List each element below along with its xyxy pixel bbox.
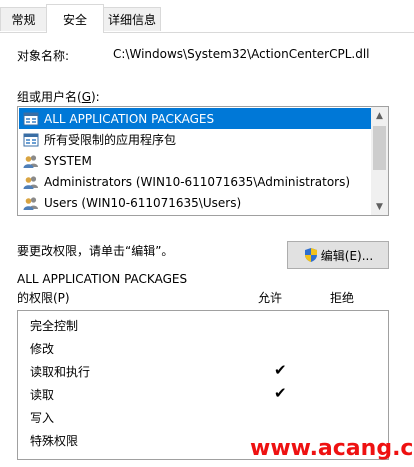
scroll-up-icon[interactable]: ▲ — [371, 107, 388, 124]
permission-name: 写入 — [30, 410, 55, 425]
app-packages-icon — [23, 111, 39, 127]
permissions-label: 的权限(P) — [17, 291, 70, 305]
groups-listbox[interactable]: ALL APPLICATION PACKAGES 所有受限制的应用程序包 SYS… — [17, 106, 389, 216]
permission-row: 读取和执行 ✔ — [30, 360, 370, 382]
groups-label-suffix: ): — [91, 90, 100, 104]
app-packages-icon — [23, 132, 39, 148]
uac-shield-icon — [303, 247, 319, 263]
deny-column-header: 拒绝 — [330, 291, 355, 305]
list-item-label: Users (WIN10-611071635\Users) — [44, 195, 242, 210]
edit-prompt: 要更改权限，请单击“编辑”。 — [17, 244, 174, 258]
permissions-principal-label: ALL APPLICATION PACKAGES — [17, 272, 188, 286]
permission-row: 完全控制 — [30, 314, 370, 336]
list-item[interactable]: Administrators (WIN10-611071635\Administ… — [19, 171, 371, 192]
scroll-thumb[interactable] — [373, 126, 386, 170]
permission-name: 读取和执行 — [30, 364, 91, 379]
groups-scrollbar[interactable]: ▲ ▼ — [371, 107, 388, 215]
object-name-label: 对象名称: — [17, 49, 70, 63]
users-icon — [23, 174, 39, 190]
allow-checkmark-icon: ✔ — [274, 361, 287, 379]
edit-button[interactable]: 编辑(E)... — [287, 241, 389, 269]
permission-name: 特殊权限 — [30, 433, 79, 448]
list-item[interactable]: ALL APPLICATION PACKAGES — [19, 108, 371, 129]
list-item[interactable]: 所有受限制的应用程序包 — [19, 129, 371, 150]
object-name-value: C:\Windows\System32\ActionCenterCPL.dll — [113, 47, 370, 61]
users-icon — [23, 153, 39, 169]
watermark: www.acang.cn — [250, 436, 414, 461]
tab-strip: 常规 详细信息 安全 — [0, 0, 414, 33]
permission-row: 修改 — [30, 337, 370, 359]
allow-column-header: 允许 — [258, 291, 283, 305]
scroll-down-icon[interactable]: ▼ — [371, 198, 388, 215]
tab-general[interactable]: 常规 — [0, 7, 47, 31]
permission-name: 修改 — [30, 341, 55, 356]
groups-label-accesskey: G — [81, 90, 91, 104]
permission-row: 读取 ✔ — [30, 383, 370, 405]
list-item-label: 所有受限制的应用程序包 — [44, 133, 177, 147]
tab-details[interactable]: 详细信息 — [103, 7, 161, 31]
tab-security[interactable]: 安全 — [46, 4, 104, 33]
groups-label-prefix: 组或用户名( — [17, 90, 82, 104]
permission-name: 读取 — [30, 387, 55, 402]
permission-row: 写入 — [30, 406, 370, 428]
edit-button-label: 编辑(E)... — [320, 248, 374, 263]
list-item-label: SYSTEM — [44, 153, 92, 168]
list-item-label: ALL APPLICATION PACKAGES — [44, 111, 215, 126]
list-item[interactable]: SYSTEM — [19, 150, 371, 171]
list-item[interactable]: Users (WIN10-611071635\Users) — [19, 192, 371, 213]
users-icon — [23, 195, 39, 211]
allow-checkmark-icon: ✔ — [274, 384, 287, 402]
permission-name: 完全控制 — [30, 318, 79, 333]
groups-label: 组或用户名(G): — [17, 88, 100, 105]
list-item-label: Administrators (WIN10-611071635\Administ… — [44, 174, 351, 189]
